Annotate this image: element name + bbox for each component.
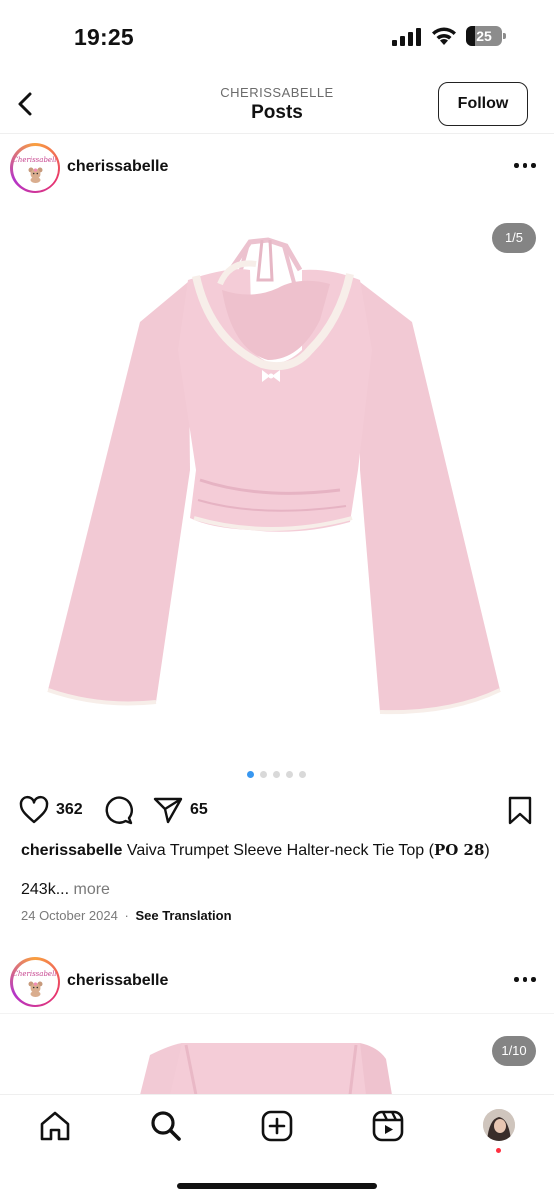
bookmark-icon[interactable] [504, 794, 536, 826]
caption-text: Vaiva Trumpet Sleeve Halter-neck Tie Top… [126, 842, 434, 859]
avatar[interactable]: Cherissabelle [10, 143, 60, 193]
share-count: 65 [190, 801, 208, 818]
home-icon[interactable] [38, 1109, 72, 1143]
carousel-dot [260, 771, 267, 778]
wifi-icon [432, 27, 456, 45]
like-count[interactable]: 362 [56, 801, 83, 819]
follow-button[interactable]: Follow [438, 82, 528, 126]
create-icon[interactable] [260, 1109, 294, 1143]
meta-separator: · [124, 908, 129, 923]
caption-views: 243k... more [21, 881, 110, 899]
more-link[interactable]: more [73, 881, 109, 898]
post-image[interactable]: 1/5 [0, 200, 554, 760]
post-caption: cherissabelle Vaiva Trumpet Sleeve Halte… [21, 840, 541, 861]
avatar-logo-text: Cherissabelle [12, 155, 58, 164]
reels-icon[interactable] [371, 1109, 405, 1143]
view-count: 243k... [21, 881, 70, 898]
image-counter: 1/10 [492, 1036, 536, 1066]
post-header: Cherissabelle cherissabelle [0, 948, 554, 1014]
heart-icon[interactable] [18, 794, 50, 826]
status-bar: 19:25 25 [0, 0, 554, 76]
post-username[interactable]: cherissabelle [67, 972, 168, 990]
notification-dot [496, 1148, 501, 1153]
caption-code: PO 28 [433, 841, 485, 859]
caption-end: ) [484, 842, 490, 859]
page-header: CHERISSABELLE Posts Follow [0, 76, 554, 134]
carousel-dot [286, 771, 293, 778]
post-date: 24 October 2024 [21, 908, 118, 923]
battery-percent: 25 [476, 28, 492, 44]
avatar-logo-text: Cherissabelle [12, 969, 58, 978]
more-options-icon[interactable] [514, 160, 536, 170]
teddy-bear-icon [28, 981, 42, 997]
status-time: 19:25 [74, 24, 134, 50]
avatar[interactable]: Cherissabelle [10, 957, 60, 1007]
share-icon[interactable] [152, 794, 184, 826]
caption-username[interactable]: cherissabelle [21, 842, 122, 859]
carousel-dot [273, 771, 280, 778]
search-icon[interactable] [149, 1109, 183, 1143]
comment-icon[interactable] [102, 794, 134, 826]
pink-top-image [140, 1043, 392, 1095]
cellular-signal-icon [392, 28, 421, 46]
profile-avatar[interactable] [483, 1109, 515, 1141]
post-username[interactable]: cherissabelle [67, 158, 168, 176]
teddy-bear-icon [28, 167, 42, 183]
post-meta: 24 October 2024 · See Translation [21, 908, 232, 923]
carousel-dot [299, 771, 306, 778]
post-image[interactable]: 1/10 [0, 1015, 554, 1095]
carousel-dot [247, 771, 254, 778]
battery-icon: 25 [466, 26, 506, 46]
post-actions: 362 65 [0, 792, 554, 828]
image-counter: 1/5 [492, 223, 536, 253]
home-indicator [177, 1183, 377, 1189]
post-header: Cherissabelle cherissabelle [0, 134, 554, 200]
pink-top-image [47, 237, 501, 715]
profile-photo [483, 1109, 515, 1141]
see-translation-link[interactable]: See Translation [135, 908, 231, 923]
more-options-icon[interactable] [514, 974, 536, 984]
